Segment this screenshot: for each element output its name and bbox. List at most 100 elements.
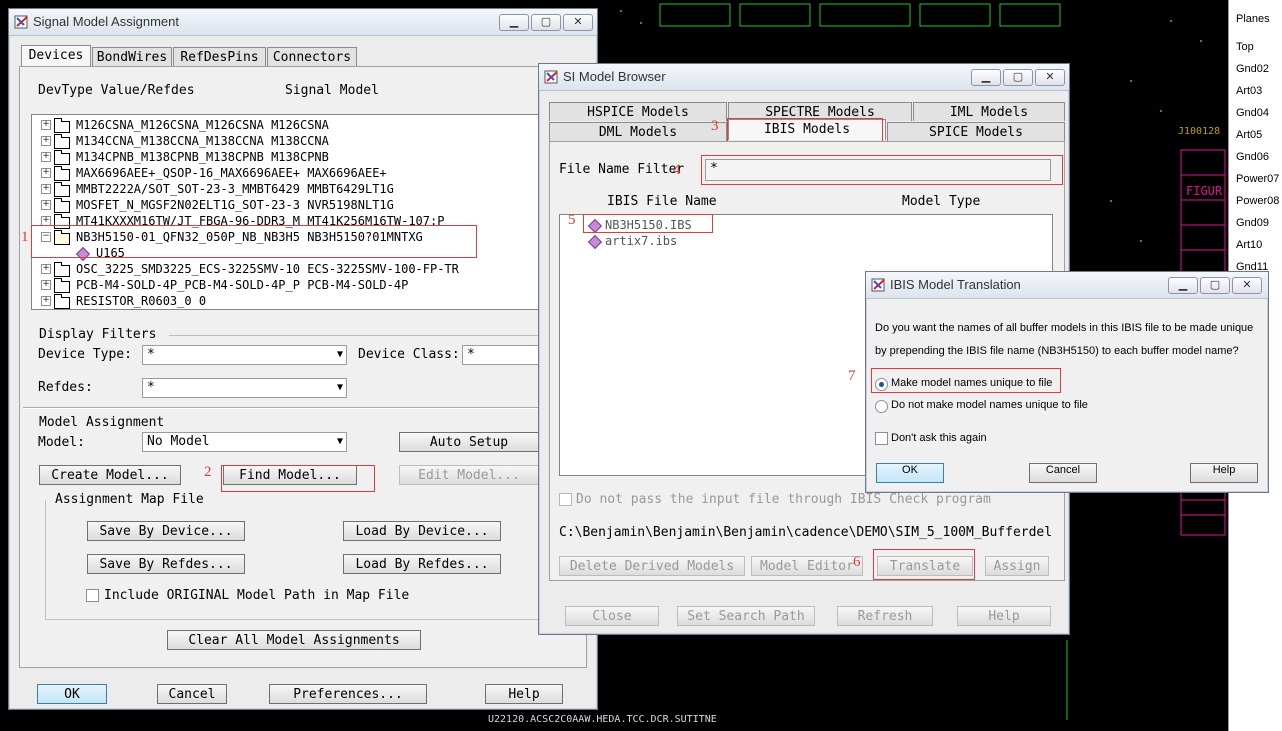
chevron-down-icon[interactable]: ▼: [337, 346, 343, 364]
cancel-button[interactable]: Cancel: [1029, 463, 1097, 483]
create-model-button[interactable]: Create Model...: [39, 465, 181, 485]
layer-gnd09[interactable]: Gnd09: [1236, 217, 1269, 229]
sma-title: Signal Model Assignment: [33, 14, 179, 29]
question-line-1: Do you want the names of all buffer mode…: [875, 322, 1254, 334]
expand-icon[interactable]: +: [41, 264, 51, 274]
expand-icon[interactable]: +: [41, 136, 51, 146]
help-button[interactable]: Help: [957, 606, 1051, 626]
expand-icon[interactable]: +: [41, 168, 51, 178]
maximize-button[interactable]: ▢: [531, 14, 561, 31]
layer-gnd04[interactable]: Gnd04: [1236, 107, 1269, 119]
include-original-checkbox[interactable]: [86, 589, 99, 602]
device-type-combo[interactable]: * ▼: [142, 345, 347, 365]
tab-bondwires[interactable]: BondWires: [92, 47, 172, 66]
layer-art10[interactable]: Art10: [1236, 239, 1262, 251]
chevron-down-icon[interactable]: ▼: [337, 379, 343, 397]
expand-icon[interactable]: +: [41, 152, 51, 162]
device-class-combo[interactable]: *: [462, 345, 542, 365]
close-button[interactable]: ✕: [1232, 277, 1262, 294]
help-button[interactable]: Help: [1190, 463, 1258, 483]
close-button[interactable]: Close: [565, 606, 659, 626]
folder-icon: [54, 166, 70, 181]
auto-setup-button[interactable]: Auto Setup: [399, 432, 539, 452]
ok-button[interactable]: OK: [876, 463, 944, 483]
annotation-box-7: [871, 368, 1061, 393]
clear-all-button[interactable]: Clear All Model Assignments: [167, 630, 421, 650]
tab-devices[interactable]: Devices: [21, 45, 91, 66]
expand-icon[interactable]: +: [41, 184, 51, 194]
close-button[interactable]: ✕: [563, 14, 593, 31]
minimize-button[interactable]: ▁: [1168, 277, 1198, 294]
tab-dml-models[interactable]: DML Models: [549, 122, 727, 141]
annotation-box-1: [31, 225, 477, 258]
sma-titlebar[interactable]: Signal Model Assignment ▁ ▢ ✕: [9, 9, 597, 36]
tab-iml-models[interactable]: IML Models: [913, 102, 1065, 121]
maximize-button[interactable]: ▢: [1200, 277, 1230, 294]
minimize-button[interactable]: ▁: [971, 69, 1001, 86]
expand-icon[interactable]: +: [41, 120, 51, 130]
tab-connectors[interactable]: Connectors: [267, 47, 357, 66]
model-combo[interactable]: No Model ▼: [142, 432, 347, 452]
expand-icon[interactable]: +: [41, 200, 51, 210]
layer-gnd06[interactable]: Gnd06: [1236, 151, 1269, 163]
ibis-titlebar[interactable]: IBIS Model Translation ▁ ▢ ✕: [866, 272, 1268, 299]
tab-spice-models[interactable]: SPICE Models: [887, 122, 1065, 141]
expand-icon[interactable]: +: [41, 296, 51, 306]
folder-icon: [54, 278, 70, 293]
load-by-device-button[interactable]: Load By Device...: [343, 521, 501, 541]
save-by-device-button[interactable]: Save By Device...: [87, 521, 245, 541]
layer-power08[interactable]: Power08: [1236, 195, 1279, 207]
layer-art05[interactable]: Art05: [1236, 129, 1262, 141]
device-tree[interactable]: + M126CSNA_M126CSNA_M126CSNA M126CSNA + M1…: [31, 114, 541, 310]
ok-button[interactable]: OK: [37, 684, 107, 704]
file-name-filter-label: File Name Filter: [559, 162, 685, 177]
annotation-1: 1: [21, 229, 29, 245]
model-label: Model:: [38, 435, 85, 450]
load-by-refdes-button[interactable]: Load By Refdes...: [343, 554, 501, 574]
help-button[interactable]: Help: [485, 684, 563, 704]
tab-refdespins[interactable]: RefDesPins: [173, 47, 266, 66]
assign-button[interactable]: Assign: [985, 556, 1049, 576]
layer-gnd02[interactable]: Gnd02: [1236, 63, 1269, 75]
annotation-5: 5: [568, 212, 576, 228]
annotation-box-4: [701, 155, 1063, 185]
close-button[interactable]: ✕: [1035, 69, 1065, 86]
save-by-refdes-button[interactable]: Save By Refdes...: [87, 554, 245, 574]
col-ibis-file-header: IBIS File Name: [607, 194, 717, 209]
refresh-button[interactable]: Refresh: [837, 606, 933, 626]
bottom-outline-label: U22120.ACSC2C0AAW.HEDA.TCC.DCR.SUTITNE: [488, 714, 717, 725]
layer-power07[interactable]: Power07: [1236, 173, 1279, 185]
edit-model-button[interactable]: Edit Model...: [399, 465, 539, 485]
tab-hspice-models[interactable]: HSPICE Models: [549, 102, 727, 121]
chevron-down-icon[interactable]: ▼: [337, 433, 343, 451]
maximize-button[interactable]: ▢: [1003, 69, 1033, 86]
device-class-label: Device Class:: [358, 347, 460, 362]
set-search-path-button[interactable]: Set Search Path: [677, 606, 815, 626]
preferences-button[interactable]: Preferences...: [269, 684, 427, 704]
ref-label: J100128: [1178, 126, 1221, 137]
refdes-label: Refdes:: [38, 380, 93, 395]
do-not-pass-checkbox[interactable]: [559, 493, 572, 506]
folder-icon: [54, 150, 70, 165]
refdes-combo[interactable]: * ▼: [142, 378, 347, 398]
do-not-make-unique-label: Do not make model names unique to file: [891, 399, 1088, 411]
simb-title: SI Model Browser: [563, 69, 666, 84]
folder-icon: [54, 134, 70, 149]
simb-titlebar[interactable]: SI Model Browser ▁ ▢ ✕: [539, 64, 1069, 91]
cancel-button[interactable]: Cancel: [157, 684, 227, 704]
layer-top[interactable]: Top: [1236, 41, 1254, 53]
app-icon: [14, 15, 28, 29]
ibis-model-translation-dialog: IBIS Model Translation ▁ ▢ ✕ Do you want…: [848, 271, 1269, 493]
do-not-make-unique-radio[interactable]: [875, 400, 888, 413]
divider: [169, 335, 539, 336]
do-not-pass-label: Do not pass the input file through IBIS …: [576, 492, 991, 507]
expand-icon[interactable]: +: [41, 280, 51, 290]
folder-icon: [54, 198, 70, 213]
minimize-button[interactable]: ▁: [499, 14, 529, 31]
layer-art03[interactable]: Art03: [1236, 85, 1262, 97]
model-editor-button[interactable]: Model Editor: [751, 556, 863, 576]
delete-derived-models-button[interactable]: Delete Derived Models: [559, 556, 745, 576]
col-devtype-header: DevType Value/Refdes: [38, 83, 195, 98]
dont-ask-checkbox[interactable]: [875, 432, 888, 445]
model-assignment-heading: Model Assignment: [39, 415, 165, 430]
